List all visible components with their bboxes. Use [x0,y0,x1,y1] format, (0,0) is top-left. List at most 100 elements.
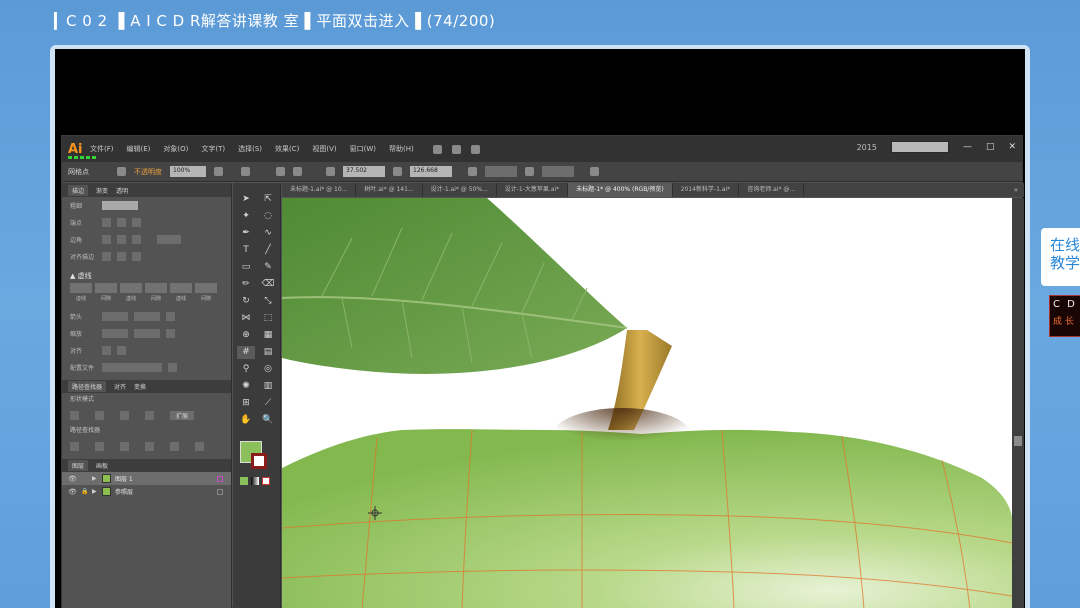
color-mode-icon[interactable] [240,477,248,485]
canvas-vertical-scrollbar[interactable] [1012,198,1024,608]
document-tab[interactable]: 2014新科学-1.ai* [673,183,740,197]
dash-field-1[interactable] [70,283,92,293]
workspace-label[interactable]: 2015 [857,143,877,152]
round-join-icon[interactable] [117,235,126,244]
width-icon[interactable] [468,167,477,176]
tab-pathfinder[interactable]: 路径查找器 [68,381,107,392]
height-field[interactable] [542,166,574,177]
square-cap-icon[interactable] [132,218,141,227]
stroke-color-icon[interactable] [117,167,126,176]
document-tab[interactable]: 树叶.ai* @ 141... [356,183,423,197]
dash-field-2[interactable] [120,283,142,293]
merge-icon[interactable] [120,442,129,451]
target-icon[interactable] [217,475,223,482]
more-tabs-icon[interactable]: » [1014,186,1024,194]
document-tab[interactable]: 设计-1.ai* @ 50%... [423,183,497,197]
scale-tool-icon[interactable]: ⤡ [259,295,277,308]
minus-front-icon[interactable] [95,411,104,420]
dashed-line-header[interactable]: ▲ 虚线 [62,269,231,283]
none-mode-icon[interactable] [262,477,270,485]
layer-name[interactable]: 图层 1 [115,474,133,483]
menu-view[interactable]: 视图(V) [312,144,336,154]
scrollbar-thumb[interactable] [1014,436,1022,446]
gap-field-1[interactable] [95,283,117,293]
maximize-button[interactable]: □ [986,142,995,152]
tab-transform[interactable]: 变换 [134,382,146,391]
menu-window[interactable]: 窗口(W) [350,144,376,154]
selection-tool-icon[interactable]: ➤ [237,193,255,206]
recolor-icon[interactable] [241,167,250,176]
tab-stroke[interactable]: 描边 [68,184,89,196]
layer-row[interactable]: 👁 🔒 ▶ 参照层 [62,485,231,498]
opacity-dropdown-icon[interactable] [214,167,223,176]
align-inside-icon[interactable] [117,252,126,261]
document-tab[interactable]: 设计-1-大葱苹果.ai* [497,183,569,197]
gradient-mode-icon[interactable] [251,477,259,485]
document-tab[interactable]: 咨询老师.ai* @... [739,183,805,197]
butt-cap-icon[interactable] [102,218,111,227]
bridge-icon[interactable] [432,144,442,154]
perspective-grid-tool-icon[interactable]: ▦ [259,329,277,342]
type-tool-icon[interactable]: T [237,244,255,257]
bevel-join-icon[interactable] [132,235,141,244]
mesh-tool-icon[interactable]: # [237,346,255,359]
lasso-tool-icon[interactable]: ◌ [259,210,277,223]
width-field[interactable] [485,166,517,177]
round-cap-icon[interactable] [117,218,126,227]
eye-icon[interactable]: 👁 [68,488,77,496]
layer-row[interactable]: 👁 ▶ 图层 1 [62,472,231,485]
divide-icon[interactable] [70,442,79,451]
limit-field[interactable] [157,235,181,244]
sync-icon[interactable] [470,144,480,154]
opacity-label[interactable]: 不透明度 [134,167,162,177]
gap-field-3[interactable] [195,283,217,293]
tab-align[interactable]: 对齐 [114,382,126,391]
menu-help[interactable]: 帮助(H) [389,144,414,154]
video-player[interactable]: Ai 文件(F) 编辑(E) 对象(O) 文字(T) 选择(S) 效果(C) 视… [50,45,1030,608]
dash-field-3[interactable] [170,283,192,293]
mesh-point-icon[interactable] [276,167,285,176]
tab-artboards[interactable]: 画板 [96,461,108,470]
document-tab[interactable]: 未标题-1.ai* @ 10... [282,183,357,197]
menu-edit[interactable]: 编辑(E) [127,144,151,154]
x-position-field[interactable]: 37.502 [343,166,385,177]
pencil-tool-icon[interactable]: ✏ [237,278,255,291]
swap-arrows-icon[interactable] [166,312,175,321]
stroke-weight-field[interactable] [102,201,138,210]
end-arrow-field[interactable] [134,312,160,321]
document-tab-active[interactable]: 未标题-1* @ 400% (RGB/预览) [568,183,673,197]
shape-builder-tool-icon[interactable]: ⊕ [237,329,255,342]
eyedropper-tool-icon[interactable]: ⚲ [237,363,255,376]
pen-tool-icon[interactable]: ✒ [237,227,255,240]
menu-object[interactable]: 对象(O) [163,144,188,154]
eraser-tool-icon[interactable]: ⌫ [259,278,277,291]
direct-selection-tool-icon[interactable]: ⇱ [259,193,277,206]
zoom-tool-icon[interactable]: 🔍 [259,414,277,427]
symbol-sprayer-tool-icon[interactable]: ✺ [237,380,255,393]
exclude-icon[interactable] [145,411,154,420]
layer-name[interactable]: 参照层 [115,487,133,496]
arrange-documents-icon[interactable] [451,144,461,154]
rectangle-tool-icon[interactable]: ▭ [237,261,255,274]
online-teaching-widget[interactable]: 在线 教学 [1041,228,1080,286]
curvature-tool-icon[interactable]: ∿ [259,227,277,240]
align-outside-icon[interactable] [132,252,141,261]
isolate-icon[interactable] [590,167,599,176]
arrow-tip-icon[interactable] [102,346,111,355]
gradient-tool-icon[interactable]: ▤ [259,346,277,359]
expand-arrow-icon[interactable]: ▶ [92,475,98,482]
align-center-icon[interactable] [102,252,111,261]
intersect-icon[interactable] [120,411,129,420]
minus-back-icon[interactable] [195,442,204,451]
miter-join-icon[interactable] [102,235,111,244]
trim-icon[interactable] [95,442,104,451]
link-scale-icon[interactable] [166,329,175,338]
profile-dropdown[interactable] [102,363,162,372]
expand-button[interactable]: 扩展 [170,411,195,420]
artboard-canvas[interactable] [282,198,1012,608]
width-tool-icon[interactable]: ⋈ [237,312,255,325]
line-tool-icon[interactable]: ╱ [259,244,277,257]
start-scale-field[interactable] [102,329,128,338]
anchor-options-icon[interactable] [293,167,302,176]
paintbrush-tool-icon[interactable]: ✎ [259,261,277,274]
